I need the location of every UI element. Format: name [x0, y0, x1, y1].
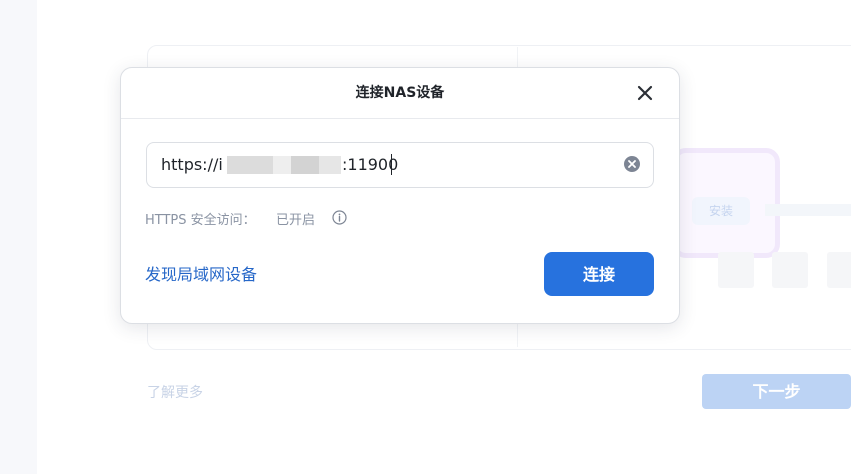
connect-button[interactable]: 连接: [544, 252, 654, 296]
left-rail: [0, 0, 37, 474]
redacted-address: [291, 156, 319, 174]
info-icon[interactable]: [332, 210, 347, 225]
nas-address-input[interactable]: https://i :11900: [146, 142, 654, 188]
close-button[interactable]: [633, 81, 657, 105]
clear-input-button[interactable]: [623, 155, 641, 173]
redacted-address: [273, 156, 291, 174]
background-install-button: 安装: [692, 197, 750, 225]
discover-lan-devices-link[interactable]: 发现局域网设备: [145, 261, 257, 285]
background-strip: [765, 204, 851, 216]
text-caret: [391, 154, 392, 175]
https-access-status: 已开启: [276, 213, 316, 228]
url-port: :11900: [342, 155, 399, 174]
clear-circle-icon: [624, 156, 640, 172]
https-access-label: HTTPS 安全访问：: [145, 213, 256, 228]
connect-nas-dialog: 连接NAS设备 https://i :11900 HTTPS 安全访问： 已开启…: [120, 67, 680, 324]
url-text: https://i: [161, 155, 223, 174]
dialog-header: 连接NAS设备: [121, 68, 679, 119]
next-step-button: 下一步: [702, 374, 851, 409]
close-icon: [637, 85, 653, 101]
background-tile: [718, 252, 754, 288]
dialog-title: 连接NAS设备: [355, 85, 445, 101]
learn-more-link: 了解更多: [147, 385, 203, 401]
background-tile: [827, 252, 851, 288]
redacted-address: [227, 156, 273, 174]
redacted-address: [319, 156, 341, 174]
background-tile: [772, 252, 808, 288]
